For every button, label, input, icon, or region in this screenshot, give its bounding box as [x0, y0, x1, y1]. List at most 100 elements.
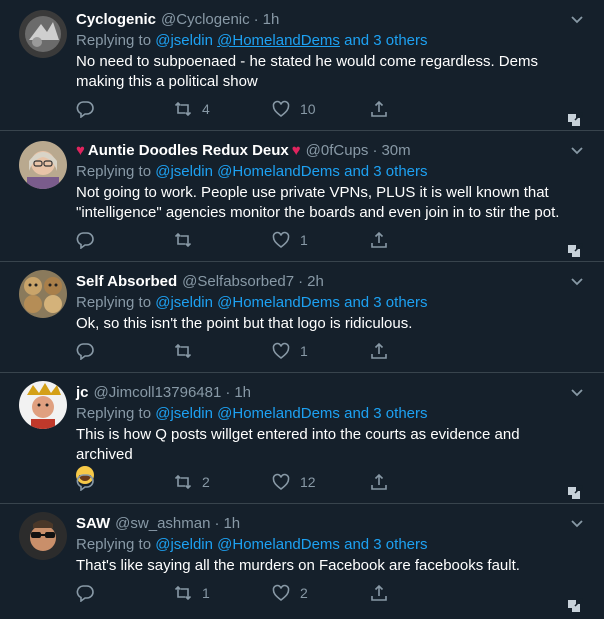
- reply-user-link[interactable]: @jseldin: [155, 536, 213, 553]
- reply-others-link[interactable]: and 3 others: [340, 32, 427, 49]
- avatar[interactable]: [19, 381, 67, 429]
- retweet-icon: [174, 474, 192, 490]
- retweet-icon: [174, 232, 192, 248]
- reply-user-link[interactable]: @HomelandDems: [217, 163, 340, 180]
- extension-icon[interactable]: [566, 112, 584, 128]
- timestamp[interactable]: 1h: [263, 10, 280, 30]
- reply-user-link[interactable]: @jseldin: [155, 163, 213, 180]
- like-count: 1: [300, 232, 308, 248]
- heart-emoji: ♥: [76, 142, 85, 159]
- separator-dot: ·: [298, 273, 304, 290]
- display-name[interactable]: Self Absorbed: [76, 272, 177, 292]
- retweet-button[interactable]: 4: [174, 100, 272, 118]
- replying-to: Replying to @jseldin @HomelandDems and 3…: [76, 535, 564, 555]
- timestamp[interactable]: 2h: [307, 272, 324, 292]
- share-button[interactable]: [370, 342, 468, 360]
- tweet[interactable]: SAW @sw_ashman · 1h Replying to @jseldin…: [0, 504, 604, 617]
- like-icon: [272, 231, 290, 249]
- avatar[interactable]: [19, 141, 67, 189]
- extension-icon[interactable]: [566, 485, 584, 501]
- timestamp[interactable]: 1h: [223, 514, 240, 534]
- reply-user-link[interactable]: @jseldin: [155, 294, 213, 311]
- tweet-text: Ok, so this isn't the point but that log…: [76, 315, 413, 332]
- tweet-text: No need to subpoenaed - he stated he wou…: [76, 53, 538, 90]
- reply-others-link[interactable]: and 3 others: [340, 405, 427, 422]
- retweet-button[interactable]: [174, 231, 272, 249]
- reply-user-link[interactable]: @HomelandDems: [217, 32, 340, 49]
- avatar[interactable]: [19, 10, 67, 58]
- reply-user-link[interactable]: @jseldin: [155, 405, 213, 422]
- reply-icon: [76, 343, 94, 360]
- chevron-down-icon[interactable]: [570, 144, 584, 158]
- reply-user-link[interactable]: @HomelandDems: [217, 536, 340, 553]
- tweet-text-body: This is how Q posts willget entered into…: [76, 426, 520, 463]
- tweet[interactable]: jc @Jimcoll13796481 · 1h Replying to @js…: [0, 373, 604, 504]
- replying-to: Replying to @jseldin @HomelandDems and 3…: [76, 31, 564, 51]
- chevron-down-icon[interactable]: [570, 517, 584, 531]
- tweet[interactable]: Self Absorbed @Selfabsorbed7 · 2h Replyi…: [0, 262, 604, 373]
- reply-button[interactable]: [76, 231, 174, 249]
- display-name[interactable]: jc: [76, 383, 89, 403]
- like-count: 10: [300, 101, 316, 117]
- replying-prefix: Replying to: [76, 163, 156, 180]
- heart-emoji: ♥: [291, 142, 301, 159]
- reply-icon: [76, 101, 94, 118]
- tweet[interactable]: Cyclogenic @Cyclogenic · 1h Replying to …: [0, 0, 604, 131]
- extension-icon[interactable]: [566, 598, 584, 614]
- like-button[interactable]: 1: [272, 342, 370, 360]
- reply-others-link[interactable]: and 3 others: [340, 294, 427, 311]
- reply-others-link[interactable]: and 3 others: [340, 163, 427, 180]
- like-button[interactable]: 2: [272, 584, 370, 602]
- tweet[interactable]: ♥ Auntie Doodles Redux Deux ♥ @0fCups · …: [0, 131, 604, 262]
- chevron-down-icon[interactable]: [570, 386, 584, 400]
- like-count: 1: [300, 343, 308, 359]
- reply-button[interactable]: [76, 473, 174, 491]
- share-icon: [371, 342, 387, 359]
- retweet-count: 1: [202, 585, 210, 601]
- like-icon: [272, 584, 290, 602]
- chevron-down-icon[interactable]: [570, 13, 584, 27]
- user-handle[interactable]: @Cyclogenic: [161, 10, 250, 30]
- share-button[interactable]: [370, 584, 468, 602]
- avatar[interactable]: [19, 270, 67, 318]
- display-name[interactable]: Auntie Doodles Redux Deux: [88, 141, 289, 161]
- separator-dot: ·: [214, 515, 220, 532]
- retweet-button[interactable]: [174, 342, 272, 360]
- reply-button[interactable]: [76, 100, 174, 118]
- reply-others-link[interactable]: and 3 others: [340, 536, 427, 553]
- replying-to: Replying to @jseldin @HomelandDems and 3…: [76, 293, 564, 313]
- avatar[interactable]: [19, 512, 67, 560]
- user-handle[interactable]: @0fCups: [306, 141, 369, 161]
- share-icon: [371, 231, 387, 248]
- retweet-button[interactable]: 2: [174, 473, 272, 491]
- share-icon: [371, 584, 387, 601]
- user-handle[interactable]: @Selfabsorbed7: [182, 272, 294, 292]
- replying-to: Replying to @jseldin @HomelandDems and 3…: [76, 162, 564, 182]
- like-button[interactable]: 1: [272, 231, 370, 249]
- reply-user-link[interactable]: @HomelandDems: [217, 405, 340, 422]
- share-button[interactable]: [370, 231, 468, 249]
- reply-user-link[interactable]: @jseldin: [155, 32, 213, 49]
- separator-dot: ·: [253, 11, 259, 28]
- like-button[interactable]: 12: [272, 473, 370, 491]
- user-handle[interactable]: @Jimcoll13796481: [94, 383, 222, 403]
- retweet-icon: [174, 585, 192, 601]
- reply-button[interactable]: [76, 342, 174, 360]
- share-button[interactable]: [370, 100, 468, 118]
- display-name[interactable]: SAW: [76, 514, 110, 534]
- display-name[interactable]: Cyclogenic: [76, 10, 156, 30]
- chevron-down-icon[interactable]: [570, 275, 584, 289]
- timestamp[interactable]: 1h: [234, 383, 251, 403]
- reply-user-link[interactable]: @HomelandDems: [217, 294, 340, 311]
- retweet-icon: [174, 343, 192, 359]
- reply-icon: [76, 474, 94, 491]
- extension-icon[interactable]: [566, 243, 584, 259]
- user-handle[interactable]: @sw_ashman: [115, 514, 210, 534]
- retweet-button[interactable]: 1: [174, 584, 272, 602]
- reply-button[interactable]: [76, 584, 174, 602]
- like-button[interactable]: 10: [272, 100, 370, 118]
- replying-prefix: Replying to: [76, 405, 156, 422]
- share-button[interactable]: [370, 473, 468, 491]
- replying-prefix: Replying to: [76, 536, 156, 553]
- timestamp[interactable]: 30m: [381, 141, 410, 161]
